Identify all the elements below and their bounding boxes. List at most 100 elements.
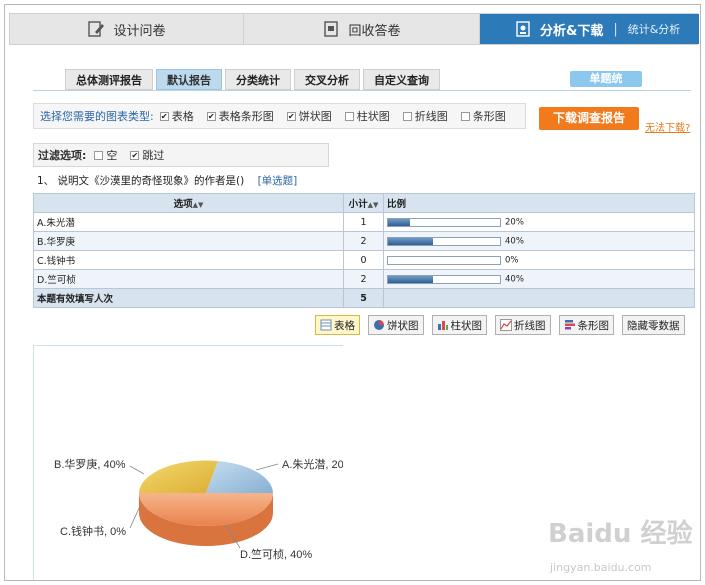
column-header-count[interactable]: 小计▲▼ — [343, 193, 384, 213]
pie-chart-area: A.朱光潜, 20 B.华罗庚, 40% C.钱钟书, 0% D.竺可桢, 40… — [33, 345, 343, 580]
option-cell: D.竺可桢 — [33, 269, 344, 289]
cannot-download-link[interactable]: 无法下载? — [645, 119, 690, 134]
pie-leader-b — [129, 465, 145, 475]
column-header-ratio: 比例 — [383, 193, 695, 213]
question-title: 1、 说明文《沙漠里的奇怪现象》的作者是() [单选题] — [37, 173, 297, 188]
filter-label: 过滤选项: — [38, 149, 87, 162]
toolbar-hide-zero-label: 隐藏零数据 — [627, 319, 680, 332]
chart-type-table-bar-label: 表格条形图 — [218, 110, 274, 123]
filter-options: 过滤选项: 空 ✔ 跳过 — [33, 143, 329, 167]
tab-collect-answers[interactable]: 回收答卷 — [244, 14, 480, 44]
toolbar-pie-label: 饼状图 — [387, 319, 419, 332]
filter-skip-label: 跳过 — [142, 149, 165, 162]
subtab-overall-report[interactable]: 总体测评报告 — [65, 69, 153, 90]
table-row: B.华罗庚 2 40% — [33, 231, 695, 251]
table-header-row: 选项▲▼ 小计▲▼ 比例 — [33, 193, 695, 213]
pie-slice-b[interactable] — [139, 460, 218, 493]
total-count: 5 — [343, 288, 384, 308]
table-row: C.钱钟书 0 0% — [33, 250, 695, 270]
chart-type-pie[interactable]: ✔ 饼状图 — [286, 108, 332, 124]
top-navigation: 设计问卷 回收答卷 分析&下载 | 统计&分析 — [9, 13, 699, 45]
checkbox-unchecked-icon — [94, 150, 104, 160]
tab-design-survey[interactable]: 设计问卷 — [10, 14, 244, 44]
toolbar-column-label: 柱状图 — [450, 319, 483, 332]
ratio-percent: 40% — [505, 236, 524, 246]
report-subtabs: 总体测评报告 默认报告 分类统计 交叉分析 自定义查询 — [65, 69, 443, 90]
toolbar-bar-button[interactable]: 条形图 — [558, 315, 614, 335]
table-row: D.竺可桢 2 40% — [33, 269, 695, 289]
checkbox-checked-icon: ✔ — [130, 150, 140, 160]
filter-empty-label: 空 — [106, 149, 118, 162]
ratio-cell: 20% — [383, 212, 695, 232]
pie-label-c: C.钱钟书, 0% — [60, 524, 126, 538]
pie-label-d: D.竺可桢, 40% — [240, 547, 312, 561]
subtab-cross-analysis[interactable]: 交叉分析 — [294, 69, 360, 90]
chart-type-column[interactable]: 柱状图 — [344, 108, 390, 124]
report-window: 设计问卷 回收答卷 分析&下载 | 统计&分析 总体测评报告 默认报告 分类统计… — [4, 4, 701, 581]
baidu-watermark: Baidu 经验 — [548, 519, 693, 549]
subtab-custom-query[interactable]: 自定义查询 — [363, 69, 440, 90]
ratio-bar-fill — [388, 237, 433, 245]
chart-type-column-label: 柱状图 — [356, 110, 390, 123]
download-report-button[interactable]: 下载调查报告 — [539, 107, 639, 130]
count-cell: 2 — [343, 231, 384, 251]
toolbar-hide-zero-button[interactable]: 隐藏零数据 — [622, 315, 685, 335]
pie-leader-c — [129, 505, 141, 529]
toolbar-table-button[interactable]: 表格 — [315, 315, 360, 335]
collect-answers-icon — [324, 21, 339, 37]
ratio-percent: 20% — [505, 217, 524, 227]
table-total-row: 本题有效填写人次 5 — [33, 288, 695, 308]
checkbox-unchecked-icon — [460, 111, 470, 121]
chart-type-table[interactable]: ✔ 表格 — [159, 108, 194, 124]
checkbox-checked-icon: ✔ — [206, 111, 216, 121]
toolbar-line-button[interactable]: 折线图 — [495, 315, 551, 335]
ratio-percent: 0% — [505, 255, 519, 265]
total-label: 本题有效填写人次 — [33, 288, 344, 308]
question-type: [单选题] — [257, 175, 298, 187]
ratio-bar — [387, 255, 501, 265]
chart-type-table-bar[interactable]: ✔ 表格条形图 — [206, 108, 274, 124]
chart-type-label: 选择您需要的图表类型: — [40, 110, 154, 123]
option-cell: C.钱钟书 — [33, 250, 344, 270]
tab-design-survey-label: 设计问卷 — [113, 23, 166, 39]
column-chart-icon — [437, 321, 448, 330]
ratio-percent: 40% — [505, 274, 524, 284]
single-question-stats-button[interactable]: 单题统 — [570, 71, 642, 87]
ratio-bar — [387, 217, 501, 227]
chart-type-bar[interactable]: 条形图 — [460, 108, 506, 124]
checkbox-checked-icon: ✔ — [286, 111, 296, 121]
chart-type-bar-label: 条形图 — [472, 110, 506, 123]
count-cell: 1 — [343, 212, 384, 232]
tab-analysis-download[interactable]: 分析&下载 | 统计&分析 — [480, 14, 699, 44]
toolbar-column-button[interactable]: 柱状图 — [431, 315, 487, 335]
toolbar-table-label: 表格 — [334, 319, 355, 332]
count-cell: 0 — [343, 250, 384, 270]
ratio-cell: 40% — [383, 231, 695, 251]
filter-skip[interactable]: ✔ 跳过 — [130, 147, 164, 163]
subtab-divider — [33, 90, 691, 91]
pie-label-a: A.朱光潜, 20 — [282, 457, 343, 471]
chart-type-pie-label: 饼状图 — [298, 110, 332, 123]
question-text: 1、 说明文《沙漠里的奇怪现象》的作者是() — [37, 175, 245, 187]
column-header-option-label: 选项 — [173, 199, 193, 210]
filter-empty[interactable]: 空 — [94, 147, 117, 163]
watermark-url: jingyan.baidu.com — [550, 561, 652, 574]
total-empty-cell — [383, 288, 695, 308]
subtab-category-stats[interactable]: 分类统计 — [225, 69, 291, 90]
pie-label-b: B.华罗庚, 40% — [54, 457, 126, 471]
chart-type-line[interactable]: 折线图 — [402, 108, 448, 124]
tab-statistics-analysis-link[interactable]: 统计&分析 — [628, 21, 681, 37]
column-header-option[interactable]: 选项▲▼ — [33, 193, 344, 213]
toolbar-pie-button[interactable]: 饼状图 — [368, 315, 424, 335]
pie-leader-a — [255, 463, 279, 471]
chart-toolbar: 表格 饼状图 柱状图 折线图 条形图 隐藏零数据 — [315, 315, 693, 335]
table-row: A.朱光潜 1 20% — [33, 212, 695, 232]
analysis-report-icon — [516, 21, 530, 37]
table-icon — [320, 319, 332, 331]
checkbox-unchecked-icon — [344, 111, 354, 121]
pie-chart: A.朱光潜, 20 B.华罗庚, 40% C.钱钟书, 0% D.竺可桢, 40… — [54, 457, 343, 561]
ratio-cell: 0% — [383, 250, 695, 270]
toolbar-bar-label: 条形图 — [577, 319, 610, 332]
ratio-cell: 40% — [383, 269, 695, 289]
subtab-default-report[interactable]: 默认报告 — [156, 69, 222, 90]
